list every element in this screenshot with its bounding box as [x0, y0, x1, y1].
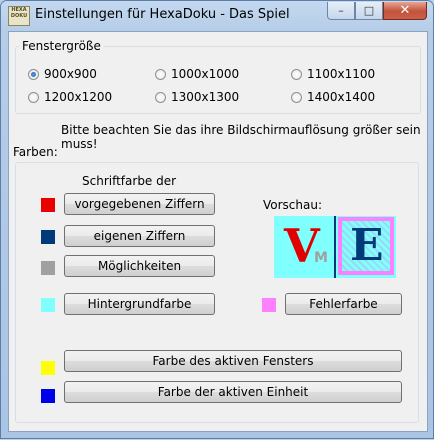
color-preview: V M E [274, 216, 396, 278]
background-color-swatch [41, 298, 55, 312]
own-digits-color-button[interactable]: eigenen Ziffern [64, 225, 215, 247]
window-title: Einstellungen für HexaDoku - Das Spiel [35, 7, 290, 22]
radio-900x900[interactable]: 900x900 [28, 67, 97, 81]
title-bar[interactable]: HEXA DOKU Einstellungen für HexaDoku - D… [1, 1, 433, 31]
maximize-icon: □ [363, 4, 375, 17]
given-digits-color-swatch [41, 198, 55, 212]
error-color-swatch [262, 298, 276, 312]
window-size-legend: Fenstergröße [19, 39, 104, 53]
font-color-heading: Schriftfarbe der [82, 174, 177, 188]
radio-circle-icon [291, 68, 302, 80]
radio-1200x1200[interactable]: 1200x1200 [28, 90, 112, 104]
radio-label-1200x1200: 1200x1200 [44, 90, 113, 104]
close-icon: ✕ [399, 3, 411, 18]
radio-circle-icon [28, 91, 39, 103]
close-button[interactable]: ✕ [383, 2, 427, 20]
active-window-color-swatch [41, 361, 55, 375]
preview-own-digit: E [350, 220, 384, 271]
own-digits-color-swatch [41, 230, 55, 244]
given-digits-color-button[interactable]: vorgegebenen Ziffern [64, 193, 215, 215]
active-window-color-button[interactable]: Farbe des aktiven Fensters [64, 350, 402, 372]
colors-label: Farben: [13, 145, 58, 159]
radio-label-1100x1100: 1100x1100 [307, 67, 376, 81]
minimize-icon: – [338, 4, 344, 17]
active-unit-color-swatch [41, 389, 55, 403]
radio-1300x1300[interactable]: 1300x1300 [155, 90, 239, 104]
possibilities-color-button[interactable]: Möglichkeiten [64, 255, 215, 277]
radio-1400x1400[interactable]: 1400x1400 [291, 90, 375, 104]
resolution-note: Bitte beachten Sie das ihre Bildschirmau… [61, 123, 421, 151]
radio-label-1300x1300: 1300x1300 [171, 90, 240, 104]
radio-1000x1000[interactable]: 1000x1000 [155, 67, 239, 81]
radio-circle-icon [291, 91, 302, 103]
preview-label: Vorschau: [263, 198, 323, 212]
active-unit-color-button[interactable]: Farbe der aktiven Einheit [64, 381, 402, 403]
radio-label-1400x1400: 1400x1400 [307, 90, 376, 104]
minimize-button[interactable]: – [327, 2, 355, 20]
maximize-button[interactable]: □ [355, 2, 383, 20]
preview-divider [334, 216, 336, 278]
radio-1100x1100[interactable]: 1100x1100 [291, 67, 375, 81]
settings-window: HEXA DOKU Einstellungen für HexaDoku - D… [1, 1, 433, 438]
radio-label-900x900: 900x900 [44, 67, 97, 81]
radio-label-1000x1000: 1000x1000 [171, 67, 240, 81]
preview-possibility-digit: M [314, 250, 328, 266]
hexadoku-app-icon: HEXA DOKU [8, 6, 30, 26]
radio-circle-icon [155, 68, 166, 80]
dialog-client-area: Fenstergröße 900x900 1000x1000 1100x1100… [8, 31, 428, 432]
error-color-button[interactable]: Fehlerfarbe [285, 293, 402, 315]
preview-error-cell: E [338, 217, 394, 275]
radio-circle-icon [155, 91, 166, 103]
possibilities-color-swatch [41, 261, 55, 275]
background-color-button[interactable]: Hintergrundfarbe [64, 293, 215, 315]
radio-circle-icon [28, 68, 39, 80]
